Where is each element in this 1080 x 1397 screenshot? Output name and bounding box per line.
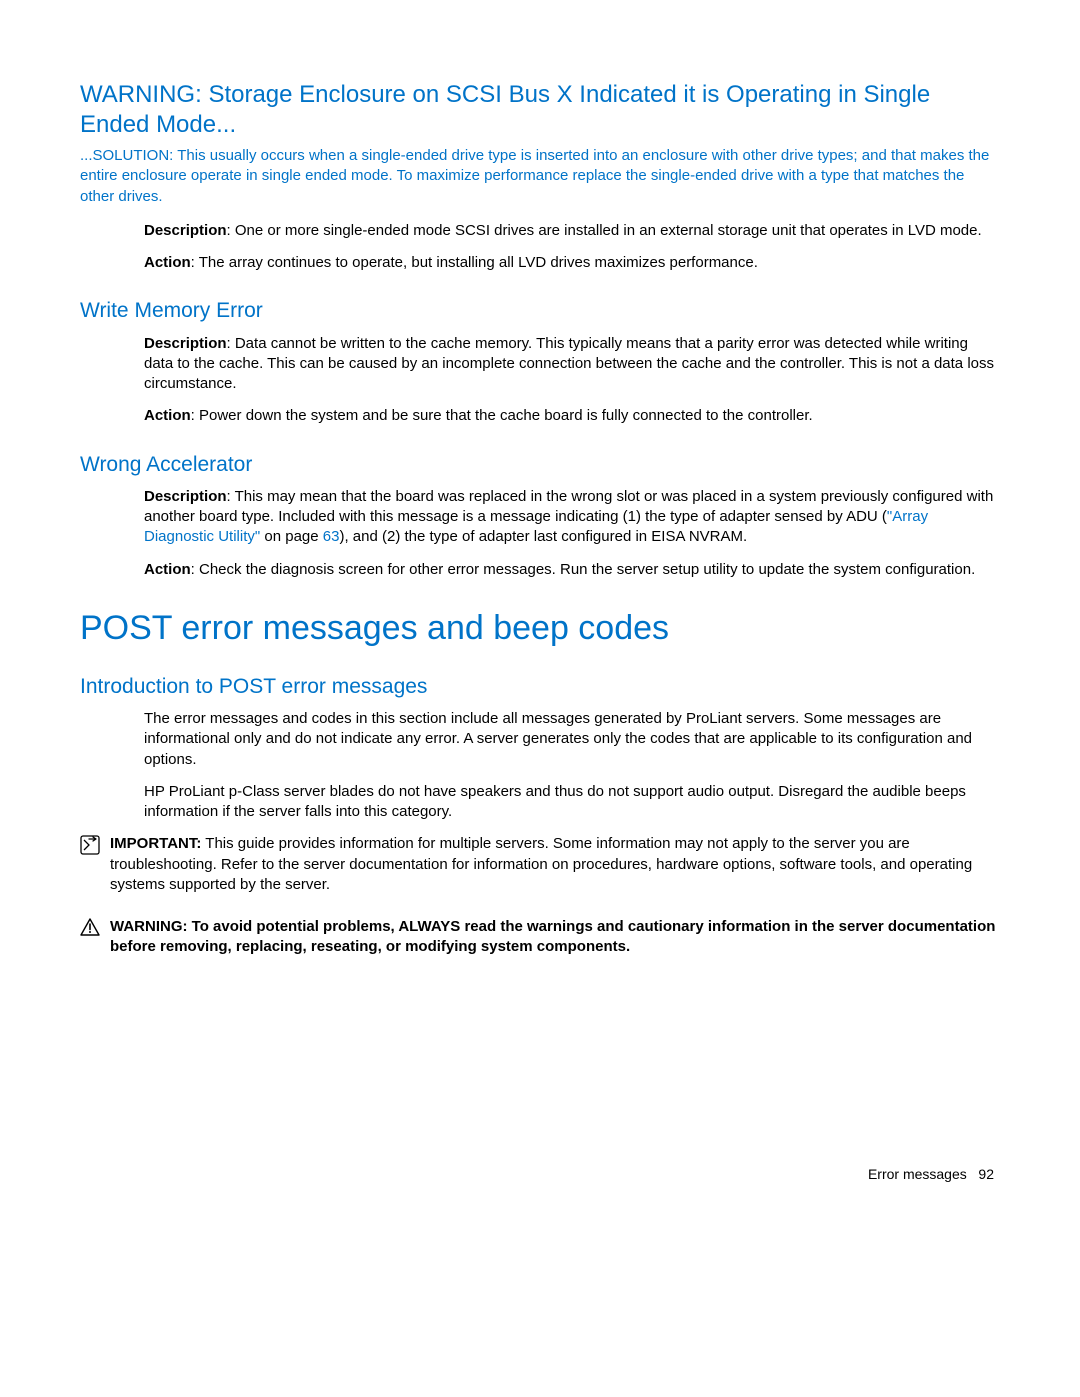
warning-paragraph: WARNING: To avoid potential problems, AL… bbox=[110, 917, 1000, 958]
heading-wrong-accelerator: Wrong Accelerator bbox=[80, 451, 1000, 479]
description-paragraph: Description: This may mean that the boar… bbox=[144, 487, 1000, 548]
description-label: Description bbox=[144, 488, 227, 505]
footer-page-number: 92 bbox=[978, 1166, 994, 1182]
action-paragraph: Action: Power down the system and be sur… bbox=[144, 406, 1000, 426]
important-callout: IMPORTANT: This guide provides informati… bbox=[80, 834, 1000, 907]
footer-section-name: Error messages bbox=[868, 1166, 967, 1182]
action-text: : The array continues to operate, but in… bbox=[191, 254, 758, 271]
section3-body: Description: This may mean that the boar… bbox=[144, 487, 1000, 580]
section2-body: Description: Data cannot be written to t… bbox=[144, 334, 1000, 427]
warning-callout: WARNING: To avoid potential problems, AL… bbox=[80, 917, 1000, 970]
warning-icon bbox=[80, 918, 100, 936]
description-text-b: on page bbox=[260, 528, 323, 545]
heading-post-error-messages: POST error messages and beep codes bbox=[80, 608, 1000, 649]
section1-body: Description: One or more single-ended mo… bbox=[144, 221, 1000, 274]
description-paragraph: Description: One or more single-ended mo… bbox=[144, 221, 1000, 241]
intro-paragraph-2: HP ProLiant p-Class server blades do not… bbox=[144, 782, 1000, 823]
important-label: IMPORTANT: bbox=[110, 835, 201, 852]
intro-paragraph-1: The error messages and codes in this sec… bbox=[144, 709, 1000, 770]
description-text: : Data cannot be written to the cache me… bbox=[144, 335, 994, 393]
action-text: : Check the diagnosis screen for other e… bbox=[191, 561, 976, 578]
important-text: This guide provides information for mult… bbox=[110, 835, 972, 893]
heading-intro-post-errors: Introduction to POST error messages bbox=[80, 673, 1000, 701]
description-label: Description bbox=[144, 222, 227, 239]
description-label: Description bbox=[144, 335, 227, 352]
important-paragraph: IMPORTANT: This guide provides informati… bbox=[110, 834, 1000, 895]
heading-storage-enclosure-warning: WARNING: Storage Enclosure on SCSI Bus X… bbox=[80, 80, 1000, 140]
description-text-c: ), and (2) the type of adapter last conf… bbox=[339, 528, 747, 545]
action-label: Action bbox=[144, 561, 191, 578]
action-text: : Power down the system and be sure that… bbox=[191, 407, 813, 424]
description-text: : One or more single-ended mode SCSI dri… bbox=[227, 222, 982, 239]
description-text-a: : This may mean that the board was repla… bbox=[144, 488, 993, 525]
link-page-ref[interactable]: 63 bbox=[323, 528, 340, 545]
action-label: Action bbox=[144, 254, 191, 271]
action-paragraph: Action: Check the diagnosis screen for o… bbox=[144, 560, 1000, 580]
note-icon bbox=[80, 835, 100, 855]
action-paragraph: Action: The array continues to operate, … bbox=[144, 253, 1000, 273]
description-paragraph: Description: Data cannot be written to t… bbox=[144, 334, 1000, 395]
solution-text: ...SOLUTION: This usually occurs when a … bbox=[80, 146, 1000, 207]
warning-text: WARNING: To avoid potential problems, AL… bbox=[110, 918, 995, 955]
action-label: Action bbox=[144, 407, 191, 424]
page-footer: Error messages 92 bbox=[868, 1165, 994, 1184]
heading-write-memory-error: Write Memory Error bbox=[80, 297, 1000, 325]
